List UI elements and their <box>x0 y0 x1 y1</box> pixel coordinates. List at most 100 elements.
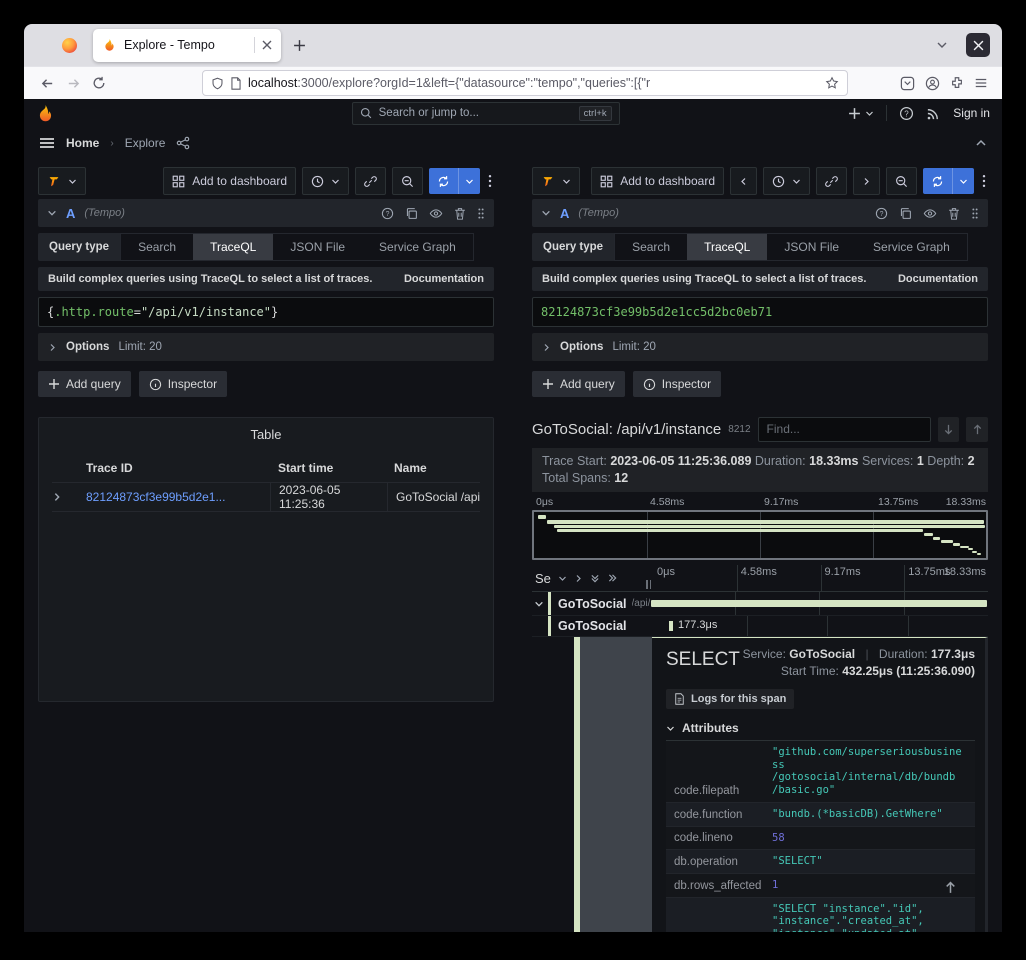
add-query-button[interactable]: Add query <box>38 371 131 397</box>
span-row-root[interactable]: GoToSocial /api/ <box>532 592 988 616</box>
bookmark-star-icon[interactable] <box>825 76 839 90</box>
inspector-button[interactable]: Inspector <box>633 371 721 397</box>
drag-handle-icon[interactable] <box>971 207 979 220</box>
query-type-tab-json-file[interactable]: JSON File <box>767 234 856 260</box>
column-header-name[interactable]: Name <box>386 461 480 475</box>
query-row-header[interactable]: A (Tempo) ? <box>532 199 988 227</box>
extensions-icon[interactable] <box>950 76 964 90</box>
column-resizer-handle[interactable] <box>646 580 651 589</box>
add-menu-button[interactable] <box>848 107 874 120</box>
documentation-link[interactable]: Documentation <box>404 273 484 285</box>
toggle-visibility-icon[interactable] <box>923 207 937 220</box>
attribute-row[interactable]: db.rows_affected1 <box>666 874 975 898</box>
reload-icon[interactable] <box>86 71 112 95</box>
table-row[interactable]: 82124873cf3e99b5d2e1... 2023-06-05 11:25… <box>52 483 480 512</box>
datasource-picker[interactable] <box>38 167 86 195</box>
expand-all-icon[interactable] <box>607 573 618 583</box>
query-help-icon[interactable]: ? <box>875 207 888 220</box>
drag-handle-icon[interactable] <box>477 207 485 220</box>
time-range-picker[interactable] <box>763 167 810 195</box>
tab-close-icon[interactable] <box>262 40 272 50</box>
add-to-dashboard-button[interactable]: Add to dashboard <box>163 167 296 195</box>
time-range-picker[interactable] <box>302 167 349 195</box>
share-icon[interactable] <box>176 136 190 150</box>
inspector-button[interactable]: Inspector <box>139 371 227 397</box>
forward-icon[interactable] <box>60 71 86 95</box>
attribute-row[interactable]: code.function"bundb.(*basicDB).GetWhere" <box>666 803 975 827</box>
menu-icon[interactable] <box>974 76 988 90</box>
query-type-tab-search[interactable]: Search <box>615 234 687 260</box>
scroll-to-top-icon[interactable] <box>944 881 957 894</box>
find-next-button[interactable] <box>938 417 960 442</box>
attribute-row[interactable]: code.filepath"github.com/superseriousbus… <box>666 741 975 803</box>
account-icon[interactable] <box>925 76 940 91</box>
remove-query-icon[interactable] <box>948 207 960 220</box>
news-icon[interactable] <box>926 106 941 121</box>
service-operation-dropdown[interactable]: Se <box>535 571 551 586</box>
save-to-pocket-icon[interactable] <box>900 76 915 91</box>
attribute-row[interactable]: code.lineno58 <box>666 827 975 851</box>
query-options-row[interactable]: Options Limit: 20 <box>38 333 494 361</box>
run-query-button[interactable] <box>923 168 974 194</box>
url-bar[interactable]: localhost:3000/explore?orgId=1&left={"da… <box>202 70 848 96</box>
mega-menu-icon[interactable] <box>39 135 55 151</box>
query-type-tab-search[interactable]: Search <box>121 234 193 260</box>
search-input[interactable]: Search or jump to... ctrl+k <box>352 102 620 125</box>
time-shift-back-button[interactable] <box>730 167 757 195</box>
query-type-tab-traceql[interactable]: TraceQL <box>193 234 273 260</box>
list-tabs-chevron-icon[interactable] <box>936 39 948 51</box>
query-type-tab-json-file[interactable]: JSON File <box>273 234 362 260</box>
breadcrumb-home[interactable]: Home <box>66 136 99 150</box>
refresh-interval-chevron[interactable] <box>952 168 974 194</box>
add-to-dashboard-button[interactable]: Add to dashboard <box>591 167 724 195</box>
collapse-chevron-icon[interactable] <box>975 137 987 149</box>
find-prev-button[interactable] <box>966 417 988 442</box>
new-tab-button[interactable] <box>293 39 306 52</box>
refresh-interval-chevron[interactable] <box>458 168 480 194</box>
copy-link-button[interactable] <box>816 167 847 195</box>
query-help-icon[interactable]: ? <box>381 207 394 220</box>
run-query-button[interactable] <box>429 168 480 194</box>
breadcrumb-current[interactable]: Explore <box>125 136 166 150</box>
span-row-selected[interactable]: GoToSocial 177.3μs <box>532 616 988 637</box>
remove-query-icon[interactable] <box>454 207 466 220</box>
datasource-picker[interactable] <box>532 167 580 195</box>
trace-id-link[interactable]: 82124873cf3e99b5d2e1... <box>86 490 270 504</box>
grafana-logo[interactable] <box>36 104 55 123</box>
query-type-tab-service-graph[interactable]: Service Graph <box>362 234 473 260</box>
help-icon[interactable]: ? <box>899 106 914 121</box>
trace-minimap[interactable] <box>532 510 988 560</box>
column-header-trace-id[interactable]: Trace ID <box>86 461 270 475</box>
expand-one-icon[interactable] <box>574 574 583 583</box>
page-info-icon[interactable] <box>230 77 242 90</box>
duplicate-query-icon[interactable] <box>899 207 912 220</box>
span-duration-bar[interactable] <box>669 621 673 631</box>
logs-for-span-button[interactable]: Logs for this span <box>666 689 794 709</box>
documentation-link[interactable]: Documentation <box>898 273 978 285</box>
attributes-section-header[interactable]: Attributes <box>666 721 975 741</box>
span-duration-bar[interactable] <box>651 600 987 607</box>
time-shift-forward-button[interactable] <box>853 167 880 195</box>
zoom-out-button[interactable] <box>392 167 423 195</box>
browser-tab[interactable]: Explore - Tempo <box>93 29 281 62</box>
attribute-row[interactable]: "SELECT "instance"."id", "instance"."cre… <box>666 898 975 932</box>
url-text[interactable]: localhost:3000/explore?orgId=1&left={"da… <box>248 76 819 90</box>
duplicate-query-icon[interactable] <box>405 207 418 220</box>
toggle-visibility-icon[interactable] <box>429 207 443 220</box>
add-query-button[interactable]: Add query <box>532 371 625 397</box>
traceql-query-editor[interactable]: 82124873cf3e99b5d2e1cc5d2bc0eb71 <box>532 297 988 327</box>
back-icon[interactable] <box>34 71 60 95</box>
kebab-menu-icon[interactable] <box>486 174 494 188</box>
attribute-row[interactable]: db.operation"SELECT" <box>666 850 975 874</box>
kebab-menu-icon[interactable] <box>980 174 988 188</box>
query-row-header[interactable]: A (Tempo) ? <box>38 199 494 227</box>
sign-in-button[interactable]: Sign in <box>953 106 990 120</box>
traceql-query-editor[interactable]: {.http.route = "/api/v1/instance"} <box>38 297 494 327</box>
find-input[interactable] <box>758 417 931 442</box>
zoom-out-button[interactable] <box>886 167 917 195</box>
expand-row-chevron-icon[interactable] <box>52 492 86 502</box>
shield-icon[interactable] <box>211 77 224 90</box>
query-options-row[interactable]: Options Limit: 20 <box>532 333 988 361</box>
window-close-button[interactable] <box>966 33 990 57</box>
query-type-tab-service-graph[interactable]: Service Graph <box>856 234 967 260</box>
